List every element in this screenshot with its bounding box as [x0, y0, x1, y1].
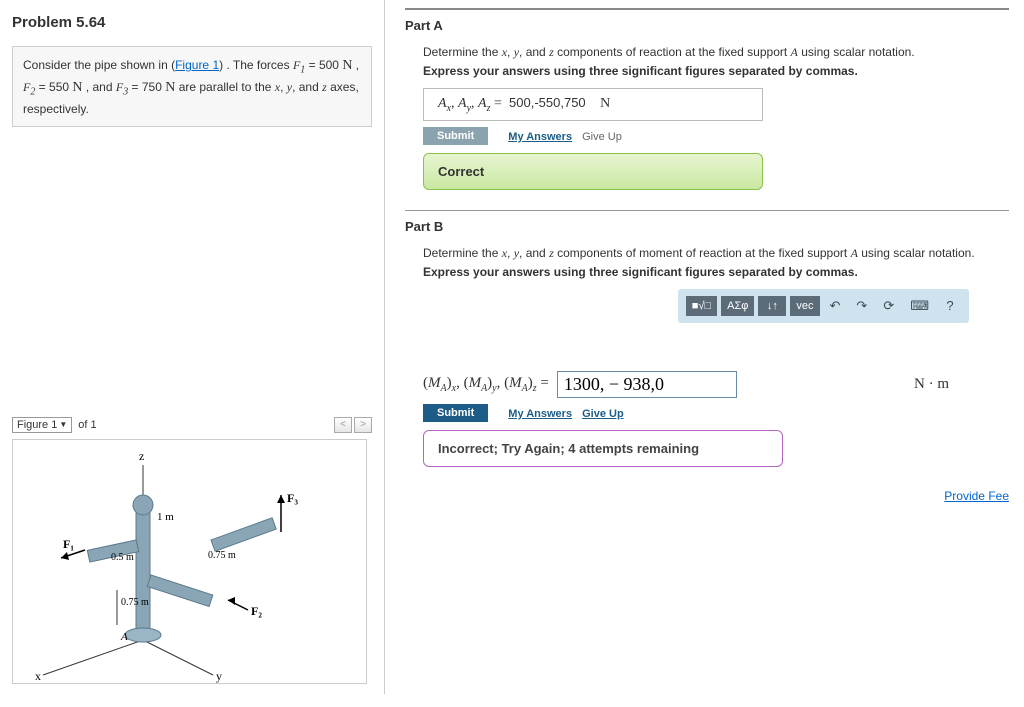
problem-statement-box: Consider the pipe shown in (Figure 1) . …: [12, 46, 372, 127]
part-a-feedback-correct: Correct: [423, 153, 763, 190]
part-b-answer-input[interactable]: [557, 371, 737, 398]
tool-template-button[interactable]: ■√□: [686, 296, 717, 316]
tool-subscript-button[interactable]: ↓↑: [758, 296, 786, 316]
part-b-instruction-bold: Express your answers using three signifi…: [423, 265, 1009, 279]
dim-075m-a: 0.75 m: [208, 550, 236, 561]
part-b-unit: N · m: [914, 376, 949, 393]
right-column: Part A Determine the x, y, and z compone…: [385, 0, 1024, 694]
part-a-give-up-link[interactable]: Give Up: [582, 131, 622, 143]
figure-selector-bar: Figure 1 ▼ of 1 < >: [12, 417, 372, 433]
tool-greek-button[interactable]: ΑΣφ: [721, 296, 754, 316]
left-column: Problem 5.64 Consider the pipe shown in …: [0, 0, 385, 694]
part-a-submit-button[interactable]: Submit: [423, 127, 488, 145]
figure-dropdown[interactable]: Figure 1 ▼: [12, 417, 72, 433]
part-b-toolbar: ■√□ ΑΣφ ↓↑ vec ↶ ↷ ⟳ ⌨ ?: [678, 289, 969, 323]
divider: [405, 210, 1009, 211]
part-b-submit-button[interactable]: Submit: [423, 404, 488, 422]
part-b-title: Part B: [405, 219, 1009, 234]
problem-title: Problem 5.64: [12, 14, 372, 31]
dim-05m: 0.5 m: [111, 552, 134, 563]
dim-1m: 1 m: [157, 511, 174, 523]
redo-icon[interactable]: ↷: [850, 295, 873, 317]
part-a-body: Determine the x, y, and z components of …: [405, 45, 1009, 190]
label-F3: F₃: [287, 491, 298, 505]
dim-075m-b: 0.75 m: [121, 597, 149, 608]
undo-icon[interactable]: ↶: [824, 295, 847, 317]
figure-selected: Figure 1: [17, 419, 57, 431]
tool-vec-button[interactable]: vec: [790, 296, 819, 316]
reset-icon[interactable]: ⟳: [877, 295, 900, 317]
figure-count: of 1: [78, 419, 96, 431]
label-A: A: [120, 631, 128, 643]
part-a-unit: N: [600, 96, 610, 111]
figure-image: z x y A F₁ F₂: [12, 439, 367, 684]
part-b-feedback-incorrect: Incorrect; Try Again; 4 attempts remaini…: [423, 430, 783, 467]
axis-z-label: z: [139, 449, 144, 463]
part-a-my-answers-link[interactable]: My Answers: [508, 131, 572, 143]
figure-link[interactable]: Figure 1: [175, 58, 219, 72]
part-b-answer-row: (MA)x, (MA)y, (MA)z = N · m: [423, 323, 1009, 398]
statement-pre: Consider the pipe shown in (: [23, 58, 175, 72]
part-a-instruction-bold: Express your answers using three signifi…: [423, 64, 1009, 78]
figure-next-button[interactable]: >: [354, 417, 372, 433]
statement-post: ) . The forces: [219, 58, 293, 72]
part-a-title: Part A: [405, 18, 1009, 33]
part-a-value: 500,-550,750: [509, 95, 586, 110]
part-b-my-answers-link[interactable]: My Answers: [508, 408, 572, 420]
part-b-give-up-link[interactable]: Give Up: [582, 408, 624, 420]
part-b-label: (MA)x, (MA)y, (MA)z =: [423, 375, 549, 394]
part-b-instruction: Determine the x, y, and z components of …: [423, 246, 1009, 261]
part-a-submit-row: Submit My Answers Give Up: [423, 127, 1009, 145]
axis-x-label: x: [35, 669, 41, 683]
help-icon[interactable]: ?: [939, 295, 961, 316]
axis-y-label: y: [216, 669, 222, 683]
part-b-body: Determine the x, y, and z components of …: [405, 246, 1009, 467]
divider: [405, 8, 1009, 10]
figure-prev-button[interactable]: <: [334, 417, 352, 433]
figure-nav: < >: [334, 417, 372, 433]
provide-feedback-link[interactable]: Provide Fee: [944, 489, 1009, 503]
part-a-answer-box: Ax, Ay, Az = 500,-550,750 N: [423, 88, 763, 121]
label-F1: F₁: [63, 537, 74, 551]
part-a-instruction: Determine the x, y, and z components of …: [423, 45, 1009, 60]
part-b-submit-row: Submit My Answers Give Up: [423, 404, 1009, 422]
chevron-down-icon: ▼: [59, 420, 67, 429]
keyboard-icon[interactable]: ⌨: [904, 295, 935, 317]
label-F2: F₂: [251, 604, 262, 618]
